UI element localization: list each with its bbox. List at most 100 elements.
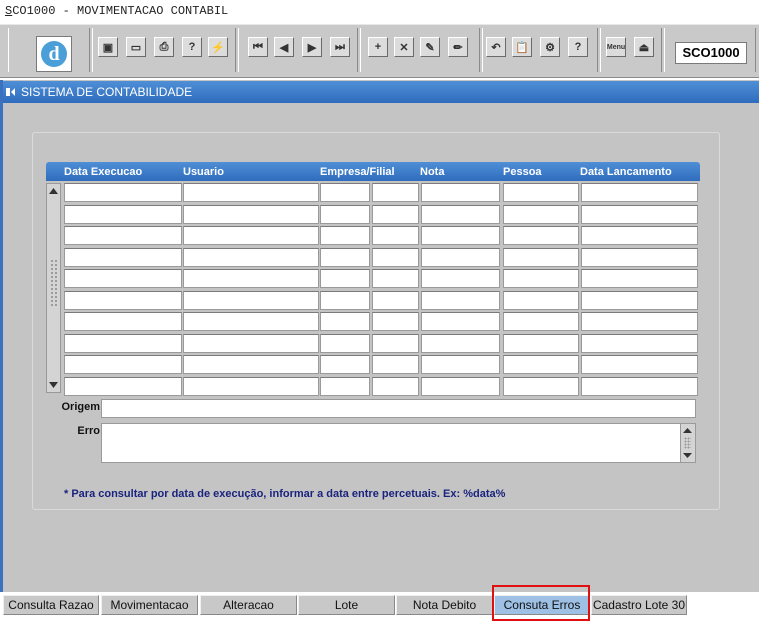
grid-cell[interactable] [503,247,579,267]
tab-lote[interactable]: Lote [298,595,395,615]
grid-cell[interactable] [320,312,370,331]
grid-cell[interactable] [372,376,419,396]
grid-cell[interactable] [64,183,182,202]
grid-cell[interactable] [64,312,182,331]
grid-cell[interactable] [581,183,698,202]
tab-movimentacao[interactable]: Movimentacao [101,595,198,615]
grid-cell[interactable] [320,226,370,245]
grid-cell[interactable] [421,226,500,245]
first-record-button[interactable]: ⏮ [248,37,268,57]
erro-scroll-grip[interactable] [684,437,691,449]
execute-query-button[interactable]: ⚡ [208,37,228,57]
grid-cell[interactable] [503,269,579,288]
origem-field[interactable] [101,399,696,418]
grid-cell[interactable] [183,183,319,202]
grid-cell[interactable] [183,290,319,310]
grid-cell[interactable] [503,226,579,245]
grid-cell[interactable] [581,269,698,288]
delete-record-button[interactable]: ✕ [394,37,414,57]
grid-cell[interactable] [372,247,419,267]
help-button[interactable]: ? [568,37,588,57]
grid-cell[interactable] [320,355,370,374]
grid-cell[interactable] [372,269,419,288]
tab-cadastro-lote-30[interactable]: Cadastro Lote 30 [591,595,687,615]
grid-cell[interactable] [581,204,698,224]
grid-cell[interactable] [183,247,319,267]
tab-alteracao[interactable]: Alteracao [200,595,297,615]
grid-cell[interactable] [372,183,419,202]
grid-cell[interactable] [372,312,419,331]
grid-cell[interactable] [421,333,500,353]
clear-button[interactable]: ✏ [448,37,468,57]
grid-cell[interactable] [581,333,698,353]
grid-cell[interactable] [372,355,419,374]
insert-record-button[interactable]: + [368,37,388,57]
grid-cell[interactable] [320,290,370,310]
grid-cell[interactable] [64,333,182,353]
grid-cell[interactable] [421,247,500,267]
grid-cell[interactable] [183,333,319,353]
grid-cell[interactable] [64,226,182,245]
grid-cell[interactable] [183,355,319,374]
grid-cell[interactable] [372,226,419,245]
next-record-button[interactable]: ▶ [302,37,322,57]
grid-cell[interactable] [183,312,319,331]
grid-cell[interactable] [421,204,500,224]
last-record-button[interactable]: ⏭ [330,37,350,57]
scroll-down-icon[interactable] [48,380,59,390]
grid-cell[interactable] [503,204,579,224]
grid-cell[interactable] [581,312,698,331]
grid-cell[interactable] [64,269,182,288]
grid-cell[interactable] [64,355,182,374]
grid-cell[interactable] [183,204,319,224]
grid-cell[interactable] [64,247,182,267]
grid-cell[interactable] [581,290,698,310]
grid-scrollbar[interactable] [46,183,61,393]
erro-field[interactable] [101,423,696,463]
grid-cell[interactable] [581,226,698,245]
grid-cell[interactable] [183,269,319,288]
save-button[interactable]: ▣ [98,37,118,57]
grid-cell[interactable] [421,269,500,288]
grid-cell[interactable] [421,183,500,202]
grid-cell[interactable] [320,247,370,267]
tab-consulta-razao[interactable]: Consulta Razao [3,595,99,615]
grid-cell[interactable] [372,333,419,353]
tools-button[interactable]: ⚙ [540,37,560,57]
grid-cell[interactable] [372,204,419,224]
grid-cell[interactable] [320,376,370,396]
grid-cell[interactable] [503,333,579,353]
exit-button[interactable]: ⏏ [634,37,654,57]
scroll-up-icon[interactable] [48,186,59,196]
grid-cell[interactable] [421,290,500,310]
erro-scrollbar[interactable] [680,424,695,462]
grid-cell[interactable] [320,183,370,202]
undo-button[interactable]: ↶ [486,37,506,57]
grid-cell[interactable] [503,355,579,374]
grid-cell[interactable] [581,376,698,396]
grid-cell[interactable] [503,312,579,331]
grid-cell[interactable] [64,376,182,396]
query-help-button[interactable]: ? [182,37,202,57]
erro-scroll-up-icon[interactable] [682,426,693,435]
grid-cell[interactable] [320,204,370,224]
scroll-grip[interactable] [50,259,57,307]
grid-cell[interactable] [183,226,319,245]
grid-cell[interactable] [183,376,319,396]
grid-cell[interactable] [503,290,579,310]
grid-cell[interactable] [503,183,579,202]
grid-cell[interactable] [372,290,419,310]
grid-cell[interactable] [503,376,579,396]
grid-cell[interactable] [581,247,698,267]
window-button[interactable]: ▭ [126,37,146,57]
print-button[interactable]: ⎙ [154,37,174,57]
grid-cell[interactable] [320,269,370,288]
form-menu-icon[interactable] [6,87,16,97]
previous-record-button[interactable]: ◀ [274,37,294,57]
erro-scroll-down-icon[interactable] [682,451,693,460]
grid-cell[interactable] [421,355,500,374]
grid-cell[interactable] [64,290,182,310]
tab-nota-debito[interactable]: Nota Debito [396,595,493,615]
edit-record-button[interactable]: ✎ [420,37,440,57]
clipboard-button[interactable]: 📋 [512,37,532,57]
